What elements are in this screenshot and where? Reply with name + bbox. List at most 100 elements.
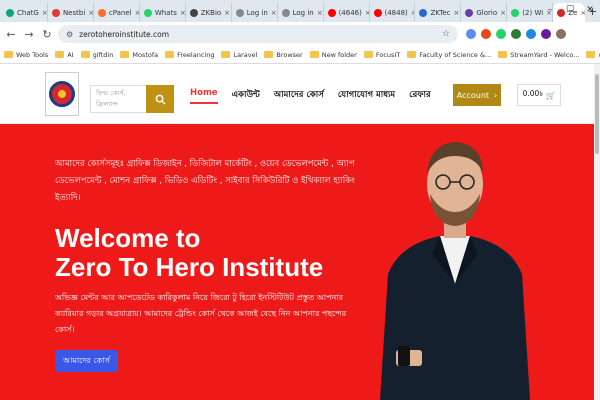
bookmark-star-icon[interactable]: ☆ — [442, 29, 450, 39]
bookmark-item[interactable]: FocusIT — [363, 51, 400, 59]
cart-button[interactable]: 0.00৳ 🛒 — [517, 84, 561, 106]
nav-item-contact[interactable]: যোগাযোগ মাধ্যম — [338, 88, 395, 104]
browser-tab[interactable]: (4848)× — [370, 3, 416, 22]
browser-tab[interactable]: ZKBio × — [186, 3, 232, 22]
browser-tab[interactable]: Log in × — [232, 3, 278, 22]
tab-title: ZKBio — [200, 8, 222, 17]
browser-tab-strip: ChatG×Nestbi×cPanel×Whats×ZKBio×Log in×L… — [0, 0, 600, 22]
tab-title: ChatG — [17, 8, 39, 17]
chevron-right-icon: › — [494, 90, 498, 100]
tab-favicon-icon — [373, 8, 382, 17]
nav-item-refer[interactable]: রেফার — [409, 88, 430, 104]
extension-icon[interactable] — [496, 29, 506, 39]
tab-favicon-icon — [419, 8, 428, 17]
tab-favicon-icon — [189, 8, 198, 17]
hero-description: অভিজ্ঞ মেন্টর আর আপডেটেড কারিকুলাম নিয়ে… — [55, 293, 347, 334]
bookmark-item[interactable]: StreamYard - Welco... — [498, 51, 579, 59]
forward-icon[interactable]: → — [22, 28, 36, 41]
tab-favicon-icon — [465, 8, 474, 17]
extension-icon[interactable] — [466, 29, 476, 39]
our-courses-button[interactable]: আমাদের কোর্স — [55, 350, 118, 372]
tab-title: cPanel — [108, 8, 132, 17]
account-button[interactable]: Account › — [453, 84, 501, 106]
folder-icon — [80, 51, 90, 58]
tab-favicon-icon — [143, 8, 152, 17]
hero-intro-text: আমাদের কোর্সসমূহঃ গ্রাফিক্স ডিজাইন , ডিজ… — [55, 159, 355, 203]
address-bar[interactable]: ⚙ zerotoheroinstitute.com ☆ — [58, 25, 458, 43]
tab-title: Nestbi — [62, 8, 86, 17]
bookmark-label: StreamYard - Welco... — [510, 50, 580, 59]
tab-favicon-icon — [51, 8, 60, 17]
bookmark-label: Browser — [276, 50, 303, 59]
cart-total: 0.00৳ — [522, 89, 544, 98]
browser-tab[interactable]: cPanel× — [94, 3, 140, 22]
browser-tab[interactable]: Log in × — [278, 3, 324, 22]
folder-icon — [120, 51, 130, 58]
bookmark-item[interactable]: Freelancing — [165, 51, 214, 59]
site-header: ফিল্ড কোর্স, ফ্রিল্যান্স Home একাউন্ট আম… — [0, 64, 600, 124]
bookmark-label: Laravel — [233, 50, 258, 59]
page-scrollbar[interactable] — [594, 64, 600, 400]
bookmark-item[interactable]: giftdin — [80, 51, 113, 59]
browser-tab[interactable]: ChatG × — [2, 3, 48, 22]
bookmark-label: Mostofa — [132, 50, 159, 59]
url-text: zerotoheroinstitute.com — [79, 29, 170, 39]
site-info-icon[interactable]: ⚙ — [66, 30, 73, 39]
browser-tab[interactable]: Whats × — [140, 3, 186, 22]
close-window-icon[interactable]: ✕ — [580, 0, 600, 22]
minimize-icon[interactable]: – — [540, 0, 560, 22]
tab-close-icon[interactable]: × — [42, 9, 47, 17]
extensions-area — [466, 29, 566, 39]
folder-icon — [221, 51, 231, 58]
bookmark-item[interactable]: New folder — [309, 51, 357, 59]
bookmark-item[interactable]: Laravel — [221, 51, 257, 59]
tab-favicon-icon — [327, 8, 336, 17]
nav-item-home[interactable]: Home — [190, 88, 218, 104]
extension-icon[interactable] — [541, 29, 551, 39]
tab-title: Whats — [154, 8, 177, 17]
scrollbar-thumb[interactable] — [595, 74, 599, 154]
bookmark-item[interactable]: Mostofa — [120, 51, 158, 59]
folder-icon — [165, 51, 175, 58]
browser-tab[interactable]: (4646)× — [324, 3, 370, 22]
bookmark-item[interactable]: Faculty of Science &... — [407, 51, 491, 59]
bookmark-item[interactable]: w3techbd — [586, 51, 600, 59]
bookmark-label: Faculty of Science &... — [419, 50, 492, 59]
reload-icon[interactable]: ↻ — [40, 28, 54, 41]
tab-close-icon[interactable]: × — [317, 9, 323, 17]
tab-close-icon[interactable]: × — [500, 9, 506, 17]
window-controls: – ☐ ✕ — [540, 0, 600, 22]
extension-icon[interactable] — [481, 29, 491, 39]
search-button[interactable] — [146, 85, 174, 113]
extension-icon[interactable] — [526, 29, 536, 39]
tab-close-icon[interactable]: × — [224, 9, 230, 17]
site-logo[interactable] — [45, 72, 79, 116]
browser-tab[interactable]: Glorio × — [461, 3, 508, 22]
maximize-icon[interactable]: ☐ — [560, 0, 580, 22]
folder-icon — [498, 51, 508, 58]
bookmark-item[interactable]: Web Tools — [4, 51, 48, 59]
tab-title: (4646) — [338, 8, 362, 17]
tab-close-icon[interactable]: × — [454, 9, 460, 17]
bookmark-item[interactable]: AI — [55, 50, 74, 59]
browser-tab[interactable]: ZKTec × — [415, 3, 462, 22]
tab-favicon-icon — [97, 8, 106, 17]
tab-close-icon[interactable]: × — [271, 9, 277, 17]
nav-item-courses[interactable]: আমাদের কোর্স — [274, 88, 324, 104]
cart-icon: 🛒 — [546, 90, 556, 100]
hero-title: Welcome to Zero To Hero Institute — [55, 224, 323, 282]
bookmark-label: AI — [67, 50, 74, 59]
hero-section: আমাদের কোর্সসমূহঃ গ্রাফিক্স ডিজাইন , ডিজ… — [0, 124, 600, 400]
tab-favicon-icon — [511, 8, 520, 17]
folder-icon — [407, 51, 417, 58]
search-input[interactable]: ফিল্ড কোর্স, ফ্রিল্যান্স — [90, 85, 146, 113]
back-icon[interactable]: ← — [4, 28, 18, 41]
bookmark-item[interactable]: Browser — [264, 50, 303, 59]
tab-favicon-icon — [235, 8, 244, 17]
extension-icon[interactable] — [511, 29, 521, 39]
profile-avatar[interactable] — [556, 29, 566, 39]
browser-tab[interactable]: Nestbi × — [48, 3, 94, 22]
bookmarks-bar: Web Tools AI giftdin Mostofa Freelancing Lara… — [0, 46, 600, 64]
nav-item-account[interactable]: একাউন্ট — [232, 88, 260, 104]
main-nav: Home একাউন্ট আমাদের কোর্স যোগাযোগ মাধ্যম… — [190, 88, 431, 104]
